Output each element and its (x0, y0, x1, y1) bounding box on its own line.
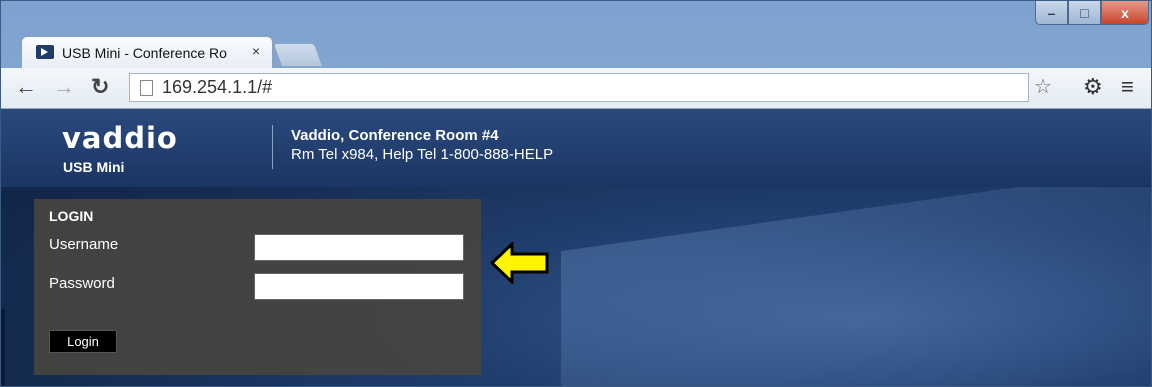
password-label: Password (49, 275, 115, 292)
vaddio-favicon-icon (36, 45, 54, 59)
page-header: vaddio USB Mini Vaddio, Conference Room … (1, 109, 1151, 187)
url-text: 169.254.1.1/# (162, 77, 273, 97)
web-page: vaddio USB Mini Vaddio, Conference Room … (1, 109, 1151, 386)
forward-icon[interactable]: → (53, 74, 75, 100)
back-icon[interactable]: ← (15, 74, 37, 100)
tab-close-icon[interactable]: × (252, 43, 260, 59)
page-icon (140, 80, 153, 96)
tab-strip: USB Mini - Conference Ro × – □ x (1, 1, 1151, 71)
browser-window: USB Mini - Conference Ro × – □ x ← → ↻ 1… (0, 0, 1152, 387)
tab-title: USB Mini - Conference Ro (62, 45, 227, 61)
login-title: LOGIN (49, 208, 94, 224)
login-panel: LOGIN Username Password Login (34, 199, 481, 375)
browser-tab[interactable]: USB Mini - Conference Ro × (21, 36, 273, 68)
login-button[interactable]: Login (49, 330, 117, 353)
vaddio-logo: vaddio (62, 121, 178, 155)
minimize-button[interactable]: – (1035, 1, 1068, 25)
new-tab-button[interactable] (272, 43, 324, 67)
arrow-pointer-icon (490, 242, 549, 284)
menu-icon[interactable]: ≡ (1121, 74, 1134, 100)
gear-icon[interactable]: ⚙ (1083, 74, 1103, 100)
username-label: Username (49, 236, 119, 253)
browser-toolbar: ← → ↻ 169.254.1.1/# ☆ ⚙ ≡ (1, 68, 1151, 109)
address-bar[interactable]: 169.254.1.1/# (129, 73, 1029, 102)
maximize-button[interactable]: □ (1068, 1, 1101, 25)
close-window-button[interactable]: x (1101, 1, 1149, 25)
contact-info: Rm Tel x984, Help Tel 1-800-888-HELP (291, 146, 554, 163)
password-input[interactable] (254, 273, 464, 300)
room-name: Vaddio, Conference Room #4 (291, 127, 499, 144)
reload-icon[interactable]: ↻ (91, 74, 109, 100)
star-icon[interactable]: ☆ (1034, 74, 1052, 99)
window-controls: – □ x (1035, 1, 1149, 29)
page-edge-shadow (1, 309, 5, 386)
product-name: USB Mini (63, 159, 125, 175)
header-divider (272, 125, 273, 169)
username-input[interactable] (254, 234, 464, 261)
